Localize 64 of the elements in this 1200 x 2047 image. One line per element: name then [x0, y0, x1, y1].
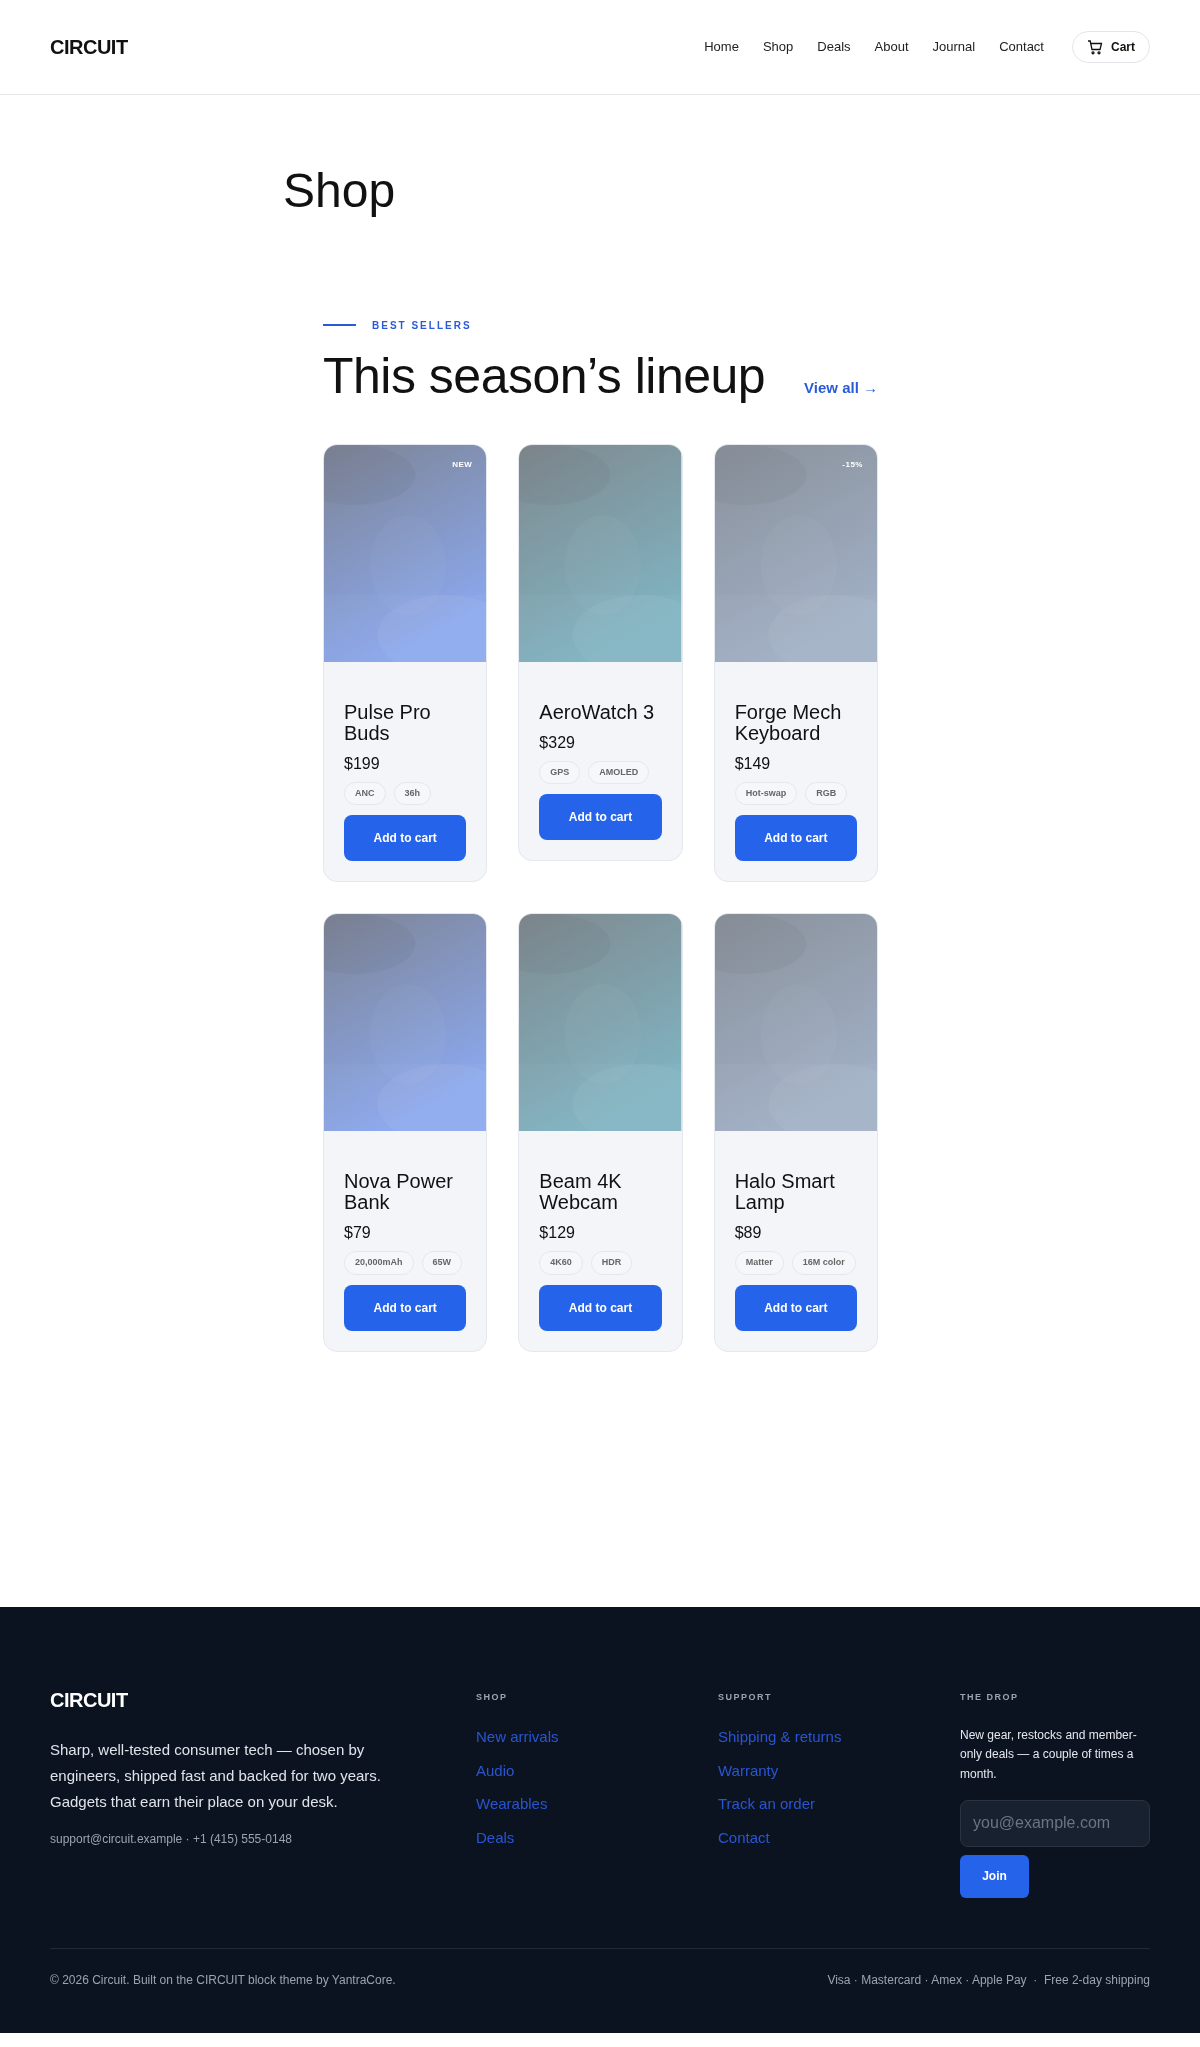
- section-heading: This season’s lineup: [323, 348, 766, 404]
- logo[interactable]: CIRCUIT: [50, 32, 128, 62]
- column-heading: SUPPORT: [718, 1690, 773, 1704]
- footer-link[interactable]: Wearables: [476, 1793, 718, 1816]
- product-name: Forge Mech Keyboard: [734, 701, 843, 744]
- add-to-cart-button[interactable]: Add to cart: [734, 815, 857, 862]
- product-label: NEW: [452, 458, 473, 471]
- product-price: $89: [734, 1223, 763, 1244]
- footer-link[interactable]: Shipping & returns: [718, 1726, 960, 1749]
- product-name: AeroWatch 3: [539, 701, 656, 723]
- section-eyebrow: BEST SELLERS: [372, 318, 472, 333]
- tag: GPS: [539, 760, 581, 785]
- cart-button[interactable]: Cart: [1072, 31, 1150, 63]
- footer-link[interactable]: Warranty: [718, 1759, 960, 1783]
- tag: AMOLED: [588, 760, 650, 785]
- product-price: $149: [734, 753, 772, 774]
- copyright: © 2026 Circuit. Built on the CIRCUIT block theme by YantraCore.: [50, 1971, 396, 1989]
- product-label: -15%: [842, 458, 863, 471]
- nav-link[interactable]: Contact: [999, 37, 1044, 57]
- contact-info: support@circuit.example · +1 (415) 555-0148: [50, 1830, 293, 1848]
- tag: 16M color: [791, 1251, 856, 1275]
- tag: HDR: [590, 1251, 633, 1275]
- product-name: Halo Smart Lamp: [734, 1171, 836, 1214]
- page-title: Shop: [282, 163, 397, 218]
- footer-link[interactable]: Contact: [718, 1826, 960, 1850]
- tag: 4K60: [539, 1251, 583, 1275]
- footer-link[interactable]: Deals: [476, 1826, 718, 1850]
- tag: 20,000mAh: [344, 1251, 414, 1275]
- product-price: $79: [344, 1223, 372, 1244]
- nav-link[interactable]: Home: [704, 37, 739, 57]
- product-price: $129: [539, 1223, 576, 1244]
- newsletter-text: New gear, restocks and member-only deals — a couple of times a month.: [960, 1727, 1138, 1783]
- nav-link[interactable]: Deals: [817, 37, 851, 57]
- payment-info: Visa · Mastercard · Amex · Apple Pay · Free 2-day shipping: [827, 1971, 1150, 1989]
- product-name: Nova Power Bank: [344, 1171, 454, 1214]
- footer-link[interactable]: Track an order: [718, 1793, 960, 1816]
- product-name: Beam 4K Webcam: [539, 1171, 623, 1214]
- add-to-cart-button[interactable]: Add to cart: [539, 794, 662, 841]
- join-button[interactable]: Join: [960, 1854, 1029, 1898]
- add-to-cart-button[interactable]: Add to cart: [734, 1284, 857, 1331]
- nav-link[interactable]: Journal: [932, 37, 976, 57]
- add-to-cart-button[interactable]: Add to cart: [344, 815, 467, 862]
- footer-link[interactable]: Audio: [476, 1759, 718, 1783]
- product-name: Pulse Pro Buds: [344, 701, 432, 744]
- tag: ANC: [344, 781, 386, 806]
- column-heading: THE DROP: [960, 1690, 1020, 1704]
- tag: 65W: [421, 1251, 463, 1275]
- nav-link[interactable]: Shop: [762, 37, 794, 57]
- tag: RGB: [805, 781, 848, 806]
- column-heading: SHOP: [476, 1690, 509, 1704]
- view-all-link[interactable]: View all →: [804, 377, 878, 400]
- tag: Hot-swap: [734, 781, 798, 806]
- add-to-cart-button[interactable]: Add to cart: [344, 1284, 467, 1331]
- nav-link[interactable]: About: [874, 37, 909, 57]
- product-price: $329: [539, 732, 576, 753]
- cart-icon: [1087, 39, 1103, 55]
- add-to-cart-button[interactable]: Add to cart: [539, 1284, 662, 1331]
- footer-link[interactable]: New arrivals: [476, 1726, 718, 1749]
- tag: 36h: [393, 781, 431, 806]
- footer-description: Sharp, well-tested consumer tech — chosen by engineers, shipped fast and backed for two years. Gadgets that earn their place on your desk.: [50, 1739, 383, 1813]
- email-field[interactable]: you@example.com: [960, 1799, 1150, 1847]
- footer-logo[interactable]: CIRCUIT: [50, 1684, 476, 1715]
- product-price: $199: [344, 753, 381, 774]
- tag: Matter: [734, 1251, 784, 1275]
